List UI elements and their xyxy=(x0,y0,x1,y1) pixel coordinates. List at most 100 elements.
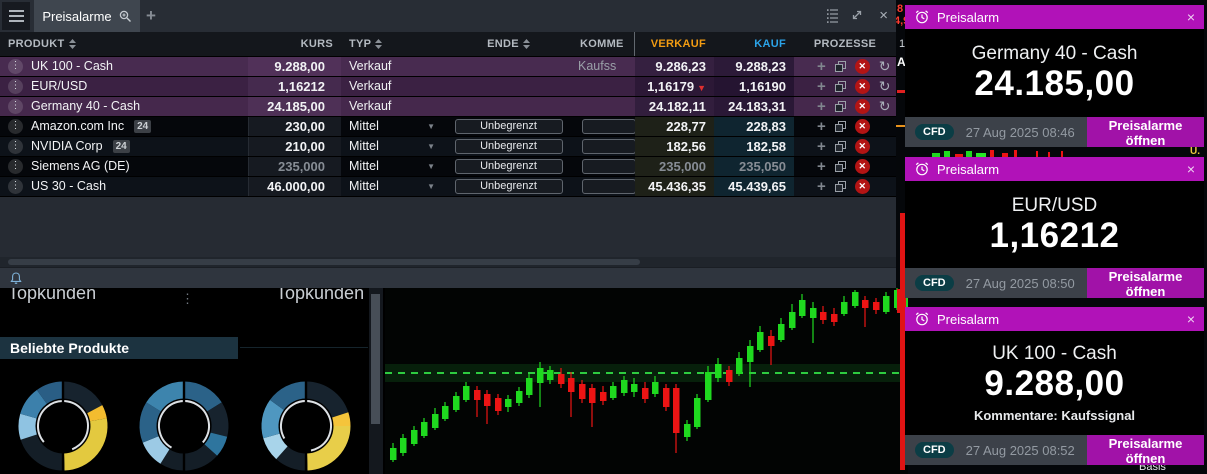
tab-preisalarme[interactable]: Preisalarme xyxy=(34,0,140,32)
kommentar-input[interactable] xyxy=(582,139,635,154)
candlestick-chart[interactable] xyxy=(385,288,908,474)
verkauf-price[interactable]: 24.182,11 xyxy=(635,97,714,116)
vertical-scrollbar-thumb[interactable] xyxy=(371,294,380,424)
row-menu-icon[interactable]: ⋮ xyxy=(8,99,23,114)
typ-label: Mittel xyxy=(349,117,379,136)
kommentar-input[interactable] xyxy=(582,159,635,174)
chevron-down-icon[interactable]: ▼ xyxy=(427,117,435,136)
row-options-icon[interactable] xyxy=(826,8,842,24)
add-tab-icon[interactable]: + xyxy=(146,6,156,26)
kauf-price[interactable]: 182,58 xyxy=(714,137,794,156)
table-row[interactable]: ⋮Germany 40 - Cash24.185,00Verkauf24.182… xyxy=(0,97,896,117)
table-row[interactable]: ⋮EUR/USD1,16212Verkauf1,16179▼1,16190+✕↻ xyxy=(0,77,896,97)
typ-select: Verkauf xyxy=(341,97,445,116)
expand-window-icon[interactable] xyxy=(850,8,866,24)
kurs-value-field[interactable]: 9.288,00 xyxy=(248,57,341,76)
open-price-alerts-button[interactable]: Preisalarme öffnen xyxy=(1087,117,1204,147)
duplicate-icon[interactable] xyxy=(835,61,846,72)
typ-select[interactable]: Mittel▼ xyxy=(341,137,445,156)
duplicate-icon[interactable] xyxy=(835,181,846,192)
open-price-alerts-button[interactable]: Preisalarme öffnen xyxy=(1087,435,1204,465)
add-alert-icon[interactable]: + xyxy=(817,77,826,96)
kauf-price[interactable]: 228,83 xyxy=(714,117,794,136)
panel-menu-icon[interactable]: ⋮ xyxy=(181,291,195,307)
verkauf-price[interactable]: 235,000 xyxy=(635,157,714,176)
chevron-down-icon[interactable]: ▼ xyxy=(427,137,435,156)
typ-select[interactable]: Mittel ▼ xyxy=(341,117,445,136)
hours-badge: 24 xyxy=(113,140,130,153)
chevron-down-icon[interactable]: ▼ xyxy=(427,177,435,196)
col-header-ende[interactable]: ENDE xyxy=(445,32,572,56)
kauf-price[interactable]: 235,050 xyxy=(714,157,794,176)
table-row[interactable]: ⋮Siemens AG (DE)235,000Mittel▼Unbegrenzt… xyxy=(0,157,896,177)
delete-alert-icon[interactable]: ✕ xyxy=(855,179,870,194)
typ-select[interactable]: Mittel▼ xyxy=(341,177,445,196)
close-icon[interactable]: × xyxy=(1187,161,1195,177)
hours-badge: 24 xyxy=(134,120,151,133)
row-menu-icon[interactable]: ⋮ xyxy=(8,79,23,94)
kurs-value-field[interactable]: 235,000 xyxy=(248,157,341,176)
row-menu-icon[interactable]: ⋮ xyxy=(8,179,23,194)
delete-alert-icon[interactable]: ✕ xyxy=(855,99,870,114)
unbegrenzt-button[interactable]: Unbegrenzt xyxy=(455,179,563,194)
unbegrenzt-button[interactable]: Unbegrenzt xyxy=(455,159,563,174)
table-row[interactable]: ⋮UK 100 - Cash9.288,00VerkaufKaufss9.286… xyxy=(0,57,896,77)
row-menu-icon[interactable]: ⋮ xyxy=(8,119,23,134)
chevron-down-icon[interactable]: ▼ xyxy=(427,157,435,176)
table-row[interactable]: ⋮NVIDIA Corp24210,00Mittel▼Unbegrenzt182… xyxy=(0,137,896,157)
refresh-alert-icon[interactable]: ↻ xyxy=(879,57,891,76)
add-alert-icon[interactable]: + xyxy=(817,57,826,76)
duplicate-icon[interactable] xyxy=(835,141,846,152)
add-alert-icon[interactable]: + xyxy=(817,117,826,136)
add-alert-icon[interactable]: + xyxy=(817,137,826,156)
kurs-value-field[interactable]: 46.000,00 xyxy=(248,177,341,196)
row-menu-icon[interactable]: ⋮ xyxy=(8,159,23,174)
duplicate-icon[interactable] xyxy=(835,161,846,172)
add-alert-icon[interactable]: + xyxy=(817,97,826,116)
kauf-price[interactable]: 24.183,31 xyxy=(714,97,794,116)
delete-alert-icon[interactable]: ✕ xyxy=(855,59,870,74)
duplicate-icon[interactable] xyxy=(835,81,846,92)
duplicate-icon[interactable] xyxy=(835,101,846,112)
verkauf-price[interactable]: 1,16179▼ xyxy=(635,77,714,96)
verkauf-price[interactable]: 9.286,23 xyxy=(635,57,714,76)
refresh-alert-icon[interactable]: ↻ xyxy=(879,77,891,96)
delete-alert-icon[interactable]: ✕ xyxy=(855,79,870,94)
kommentar-input[interactable] xyxy=(582,179,635,194)
verkauf-price[interactable]: 45.436,35 xyxy=(635,177,714,196)
table-row[interactable]: ⋮US 30 - Cash46.000,00Mittel▼Unbegrenzt4… xyxy=(0,177,896,197)
close-window-icon[interactable]: × xyxy=(879,7,888,24)
verkauf-price[interactable]: 228,77 xyxy=(635,117,714,136)
close-icon[interactable]: × xyxy=(1187,9,1195,25)
hamburger-menu-icon[interactable] xyxy=(2,2,30,30)
kurs-value-field[interactable]: 230,00 xyxy=(248,117,341,136)
open-price-alerts-button[interactable]: Preisalarme öffnen xyxy=(1087,268,1204,298)
refresh-alert-icon[interactable]: ↻ xyxy=(879,97,891,116)
typ-select[interactable]: Mittel▼ xyxy=(341,157,445,176)
kommentar-cell xyxy=(572,77,635,96)
unbegrenzt-button[interactable]: Unbegrenzt xyxy=(455,119,563,134)
duplicate-icon[interactable] xyxy=(835,121,846,132)
kauf-price[interactable]: 9.288,23 xyxy=(714,57,794,76)
add-alert-icon[interactable]: + xyxy=(817,157,826,176)
horizontal-scrollbar-thumb[interactable] xyxy=(8,259,640,265)
kurs-value-field[interactable]: 24.185,00 xyxy=(248,97,341,116)
col-header-typ[interactable]: TYP xyxy=(341,32,445,56)
row-menu-icon[interactable]: ⋮ xyxy=(8,139,23,154)
kauf-price[interactable]: 45.439,65 xyxy=(714,177,794,196)
row-menu-icon[interactable]: ⋮ xyxy=(8,59,23,74)
kommentar-input[interactable] xyxy=(582,119,635,134)
col-header-produkt[interactable]: PRODUKT xyxy=(0,32,248,56)
delete-alert-icon[interactable]: ✕ xyxy=(855,119,870,134)
kurs-value-field[interactable]: 210,00 xyxy=(248,137,341,156)
unbegrenzt-button[interactable]: Unbegrenzt xyxy=(455,139,563,154)
delete-alert-icon[interactable]: ✕ xyxy=(855,139,870,154)
verkauf-price[interactable]: 182,56 xyxy=(635,137,714,156)
bell-icon[interactable] xyxy=(10,272,22,285)
kurs-value-field[interactable]: 1,16212 xyxy=(248,77,341,96)
delete-alert-icon[interactable]: ✕ xyxy=(855,159,870,174)
table-row[interactable]: ⋮Amazon.com Inc24230,00Mittel▼Unbegrenzt… xyxy=(0,117,896,137)
add-alert-icon[interactable]: + xyxy=(817,177,826,196)
close-icon[interactable]: × xyxy=(1187,311,1195,327)
kauf-price[interactable]: 1,16190 xyxy=(714,77,794,96)
